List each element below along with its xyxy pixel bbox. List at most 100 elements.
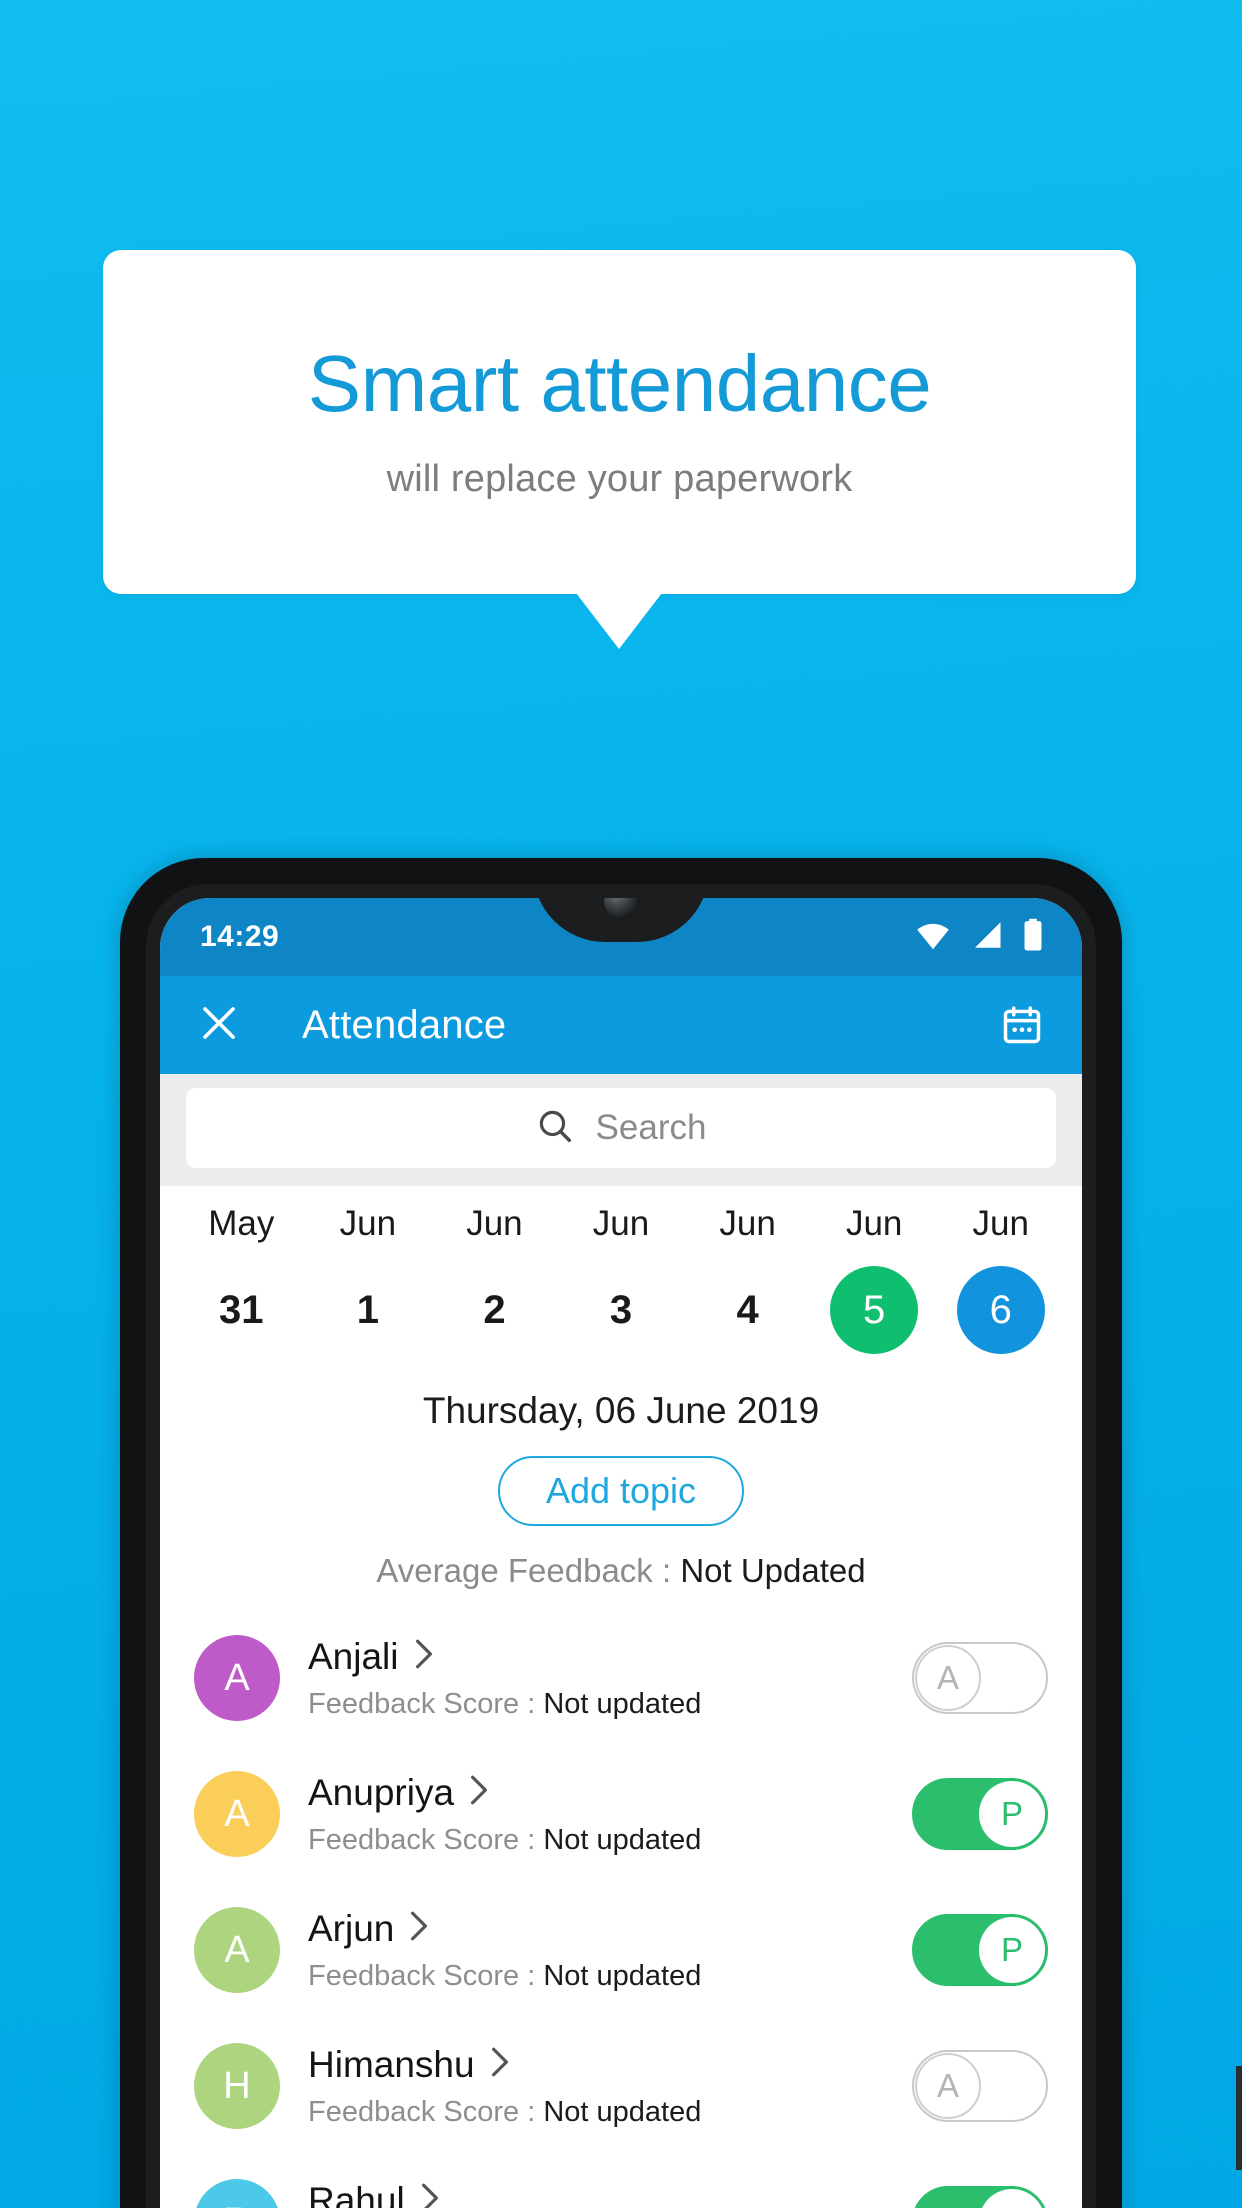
app-bar-title: Attendance <box>302 1002 507 1047</box>
student-name-row: Arjun <box>308 1908 912 1950</box>
student-name: Anjali <box>308 1635 399 1677</box>
chevron-right-icon[interactable] <box>408 1910 430 1948</box>
date-day-number: 5 <box>830 1266 919 1354</box>
date-day-number: 6 <box>956 1266 1045 1354</box>
student-row[interactable]: H Himanshu Feedback Score : Not updated A <box>160 2018 1082 2154</box>
date-cell-31[interactable]: May 31 <box>178 1204 305 1354</box>
date-month-label: Jun <box>845 1204 903 1243</box>
average-feedback: Average Feedback : Not Updated <box>160 1552 1082 1590</box>
callout-tail <box>576 593 662 649</box>
front-camera-icon <box>604 898 638 918</box>
date-month-label: May <box>208 1204 275 1243</box>
feedback-score-value: Not updated <box>543 1959 702 1992</box>
student-row[interactable]: A Anjali Feedback Score : Not updated A <box>160 1610 1082 1746</box>
attendance-toggle[interactable]: A <box>912 1642 1048 1714</box>
date-day-number: 31 <box>219 1287 264 1332</box>
search-placeholder: Search <box>595 1108 707 1147</box>
student-name-row: Anupriya <box>308 1772 912 1814</box>
phone-screen: 14:29 Attendance Search May 31 Jun 1 Jun… <box>160 898 1082 2208</box>
battery-icon <box>1022 918 1044 957</box>
feedback-score-label: Feedback Score : <box>308 1959 544 1992</box>
attendance-toggle-knob: P <box>979 1781 1045 1847</box>
avatar: A <box>194 1907 280 1993</box>
search-container: Search <box>160 1074 1082 1186</box>
status-time: 14:29 <box>200 920 280 953</box>
signal-icon <box>970 920 1004 955</box>
chevron-right-icon[interactable] <box>413 1638 435 1676</box>
page-title: Smart attendance <box>307 338 932 428</box>
date-cell-1[interactable]: Jun 1 <box>305 1204 432 1354</box>
search-icon <box>536 1107 574 1150</box>
date-day-number: 1 <box>356 1287 379 1332</box>
feedback-score-label: Feedback Score : <box>308 1823 544 1856</box>
hero-callout-card: Smart attendance will replace your paper… <box>103 250 1136 594</box>
date-month-label: Jun <box>719 1204 776 1243</box>
date-cell-4[interactable]: Jun 4 <box>684 1204 811 1354</box>
date-cell-6[interactable]: Jun 6 <box>937 1204 1064 1354</box>
status-bar: 14:29 <box>160 898 1082 976</box>
average-feedback-label: Average Feedback : <box>376 1552 681 1589</box>
phone-bezel: 14:29 Attendance Search May 31 Jun 1 Jun… <box>146 884 1096 2208</box>
student-row[interactable]: A Arjun Feedback Score : Not updated P <box>160 1882 1082 2018</box>
feedback-score-value: Not updated <box>543 2095 702 2128</box>
avatar: A <box>194 1635 280 1721</box>
chevron-right-icon[interactable] <box>419 2182 441 2208</box>
app-bar: Attendance <box>160 976 1082 1074</box>
avatar: H <box>194 2043 280 2129</box>
attendance-toggle[interactable]: P <box>912 2186 1048 2208</box>
student-info: Anupriya Feedback Score : Not updated <box>308 1772 912 1857</box>
date-day-number: 4 <box>736 1287 759 1332</box>
attendance-toggle-knob: A <box>915 2053 981 2119</box>
attendance-toggle-knob: A <box>915 1645 981 1711</box>
average-feedback-value: Not Updated <box>680 1552 866 1589</box>
date-strip: May 31 Jun 1 Jun 2 Jun 3 Jun 4 Jun 5 Jun 6 <box>160 1186 1082 1360</box>
feedback-score: Feedback Score : Not updated <box>308 2096 912 2129</box>
close-icon[interactable] <box>198 1002 240 1049</box>
attendance-toggle[interactable]: P <box>912 1914 1048 1986</box>
student-name-row: Rahul <box>308 2180 912 2208</box>
power-button[interactable] <box>1236 2066 1242 2170</box>
feedback-score-value: Not updated <box>543 1823 702 1856</box>
feedback-score: Feedback Score : Not updated <box>308 1688 912 1721</box>
date-cell-3[interactable]: Jun 3 <box>558 1204 685 1354</box>
feedback-score-label: Feedback Score : <box>308 1687 544 1720</box>
page-subtitle: will replace your paperwork <box>386 457 853 500</box>
attendance-toggle-knob: P <box>979 2189 1045 2208</box>
student-name: Anupriya <box>308 1771 455 1813</box>
date-day-number: 2 <box>483 1287 506 1332</box>
student-info: Anjali Feedback Score : Not updated <box>308 1636 912 1721</box>
date-day-number: 3 <box>609 1287 633 1332</box>
student-info: RahulFeedback Score : Not updated <box>308 2180 912 2208</box>
date-month-label: Jun <box>592 1204 650 1243</box>
attendance-toggle-knob: P <box>979 1917 1045 1983</box>
date-cell-2[interactable]: Jun 2 <box>431 1204 558 1354</box>
date-cell-5[interactable]: Jun 5 <box>811 1204 938 1354</box>
attendance-toggle[interactable]: P <box>912 1778 1048 1850</box>
student-name: Himanshu <box>308 2043 475 2085</box>
phone-mockup: 14:29 Attendance Search May 31 Jun 1 Jun… <box>120 858 1242 2208</box>
calendar-icon[interactable] <box>1000 1003 1044 1047</box>
date-month-label: Jun <box>466 1204 523 1243</box>
status-icons <box>914 918 1044 957</box>
student-row[interactable]: A Anupriya Feedback Score : Not updated P <box>160 1746 1082 1882</box>
student-info: Arjun Feedback Score : Not updated <box>308 1908 912 1993</box>
attendance-toggle[interactable]: A <box>912 2050 1048 2122</box>
date-month-label: Jun <box>972 1204 1029 1243</box>
avatar: A <box>194 1771 280 1857</box>
day-header: Thursday, 06 June 2019 <box>422 1390 820 1431</box>
chevron-right-icon[interactable] <box>468 1774 490 1812</box>
date-month-label: Jun <box>339 1204 397 1243</box>
student-row[interactable]: R RahulFeedback Score : Not updated P <box>160 2154 1082 2208</box>
search-input[interactable]: Search <box>186 1088 1056 1168</box>
student-name: Arjun <box>308 1907 395 1949</box>
student-name-row: Himanshu <box>308 2044 912 2086</box>
feedback-score-value: Not updated <box>543 1687 702 1720</box>
feedback-score: Feedback Score : Not updated <box>308 1824 912 1857</box>
student-name: Rahul <box>308 2179 405 2208</box>
student-info: Himanshu Feedback Score : Not updated <box>308 2044 912 2129</box>
camera-notch <box>533 898 709 942</box>
wifi-icon <box>914 920 952 955</box>
chevron-right-icon[interactable] <box>489 2046 511 2084</box>
student-list: A Anjali Feedback Score : Not updated A A Anu… <box>160 1610 1082 2208</box>
add-topic-button[interactable]: Add topic <box>497 1456 745 1526</box>
